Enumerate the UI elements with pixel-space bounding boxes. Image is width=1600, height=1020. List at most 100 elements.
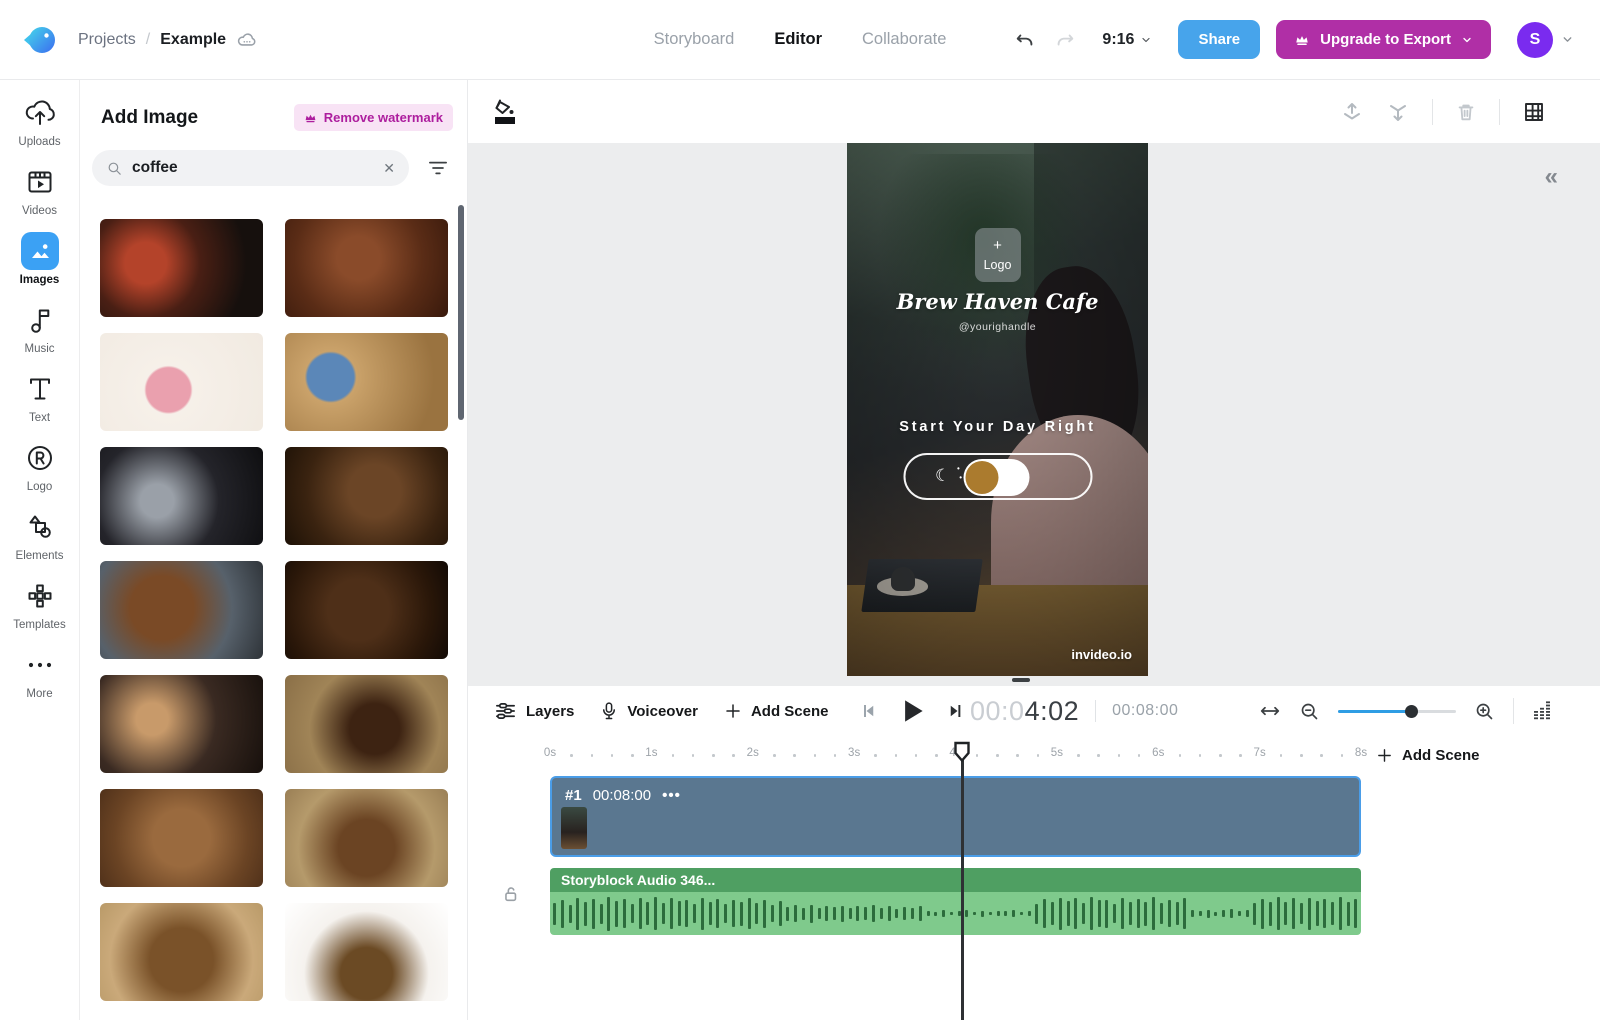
image-thumb-burlap-sack-scoop[interactable] xyxy=(285,789,448,887)
sidebar-item-music[interactable]: Music xyxy=(4,303,76,355)
video-preview[interactable]: + Logo Brew Haven Cafe @yourighandle Sta… xyxy=(847,143,1148,676)
logo-placeholder[interactable]: + Logo xyxy=(975,228,1021,282)
timeline-ruler[interactable]: 0s1s2s3s4s5s6s7s8s xyxy=(550,742,1410,768)
day-night-toggle[interactable]: ☾ • • xyxy=(903,453,1092,500)
image-thumb-roasted-beans-closeup[interactable] xyxy=(285,219,448,317)
playhead-handle[interactable] xyxy=(953,741,971,763)
brand-text[interactable]: Brew Haven Cafe xyxy=(847,289,1148,314)
waveform-bar xyxy=(771,905,774,923)
image-thumb-portafilter-grounds[interactable] xyxy=(100,561,263,659)
image-thumb-pink-mug-steam[interactable] xyxy=(100,333,263,431)
background-color-icon[interactable] xyxy=(492,97,518,127)
playhead-line[interactable] xyxy=(961,760,964,1020)
ruler-label: 5s xyxy=(1051,747,1063,759)
search-input-wrap[interactable]: ✕ xyxy=(92,150,409,186)
sidebar-item-videos[interactable]: Videos xyxy=(4,165,76,217)
image-thumb-moka-pot-dark[interactable] xyxy=(100,447,263,545)
ruler-tick xyxy=(773,754,776,757)
waveform-bar xyxy=(1090,897,1093,931)
sidebar-item-label: Logo xyxy=(27,481,53,493)
tab-editor[interactable]: Editor xyxy=(774,30,822,49)
waveform-bar xyxy=(584,902,587,926)
image-thumb-beans-closeup-light[interactable] xyxy=(100,789,263,887)
collapse-panel-icon[interactable]: « xyxy=(1545,163,1556,191)
bring-forward-icon[interactable] xyxy=(1340,100,1364,124)
scene-clip[interactable]: #1 00:08:00 ••• xyxy=(550,776,1361,857)
sidebar-item-more[interactable]: More xyxy=(4,648,76,700)
image-thumb-dark-beans-closeup[interactable] xyxy=(285,447,448,545)
add-scene-end-button[interactable]: Add Scene xyxy=(1376,742,1480,768)
waveform-bar xyxy=(1035,904,1038,924)
unlock-icon[interactable] xyxy=(502,884,521,904)
image-thumb-red-cup-beans-spill[interactable] xyxy=(100,219,263,317)
sidebar-item-uploads[interactable]: Uploads xyxy=(4,96,76,148)
waveform-bar xyxy=(794,905,797,922)
image-thumb-espresso-beans-dark[interactable] xyxy=(285,561,448,659)
add-scene-button[interactable]: Add Scene xyxy=(724,702,829,720)
elements-icon xyxy=(25,510,55,544)
breadcrumb-project-name[interactable]: Example xyxy=(160,31,226,49)
avatar[interactable]: S xyxy=(1517,22,1553,58)
track-height-icon[interactable] xyxy=(1532,701,1552,721)
sidebar-item-templates[interactable]: Templates xyxy=(4,579,76,631)
audio-track-label: Storyblock Audio 346... xyxy=(561,872,715,888)
send-backward-icon[interactable] xyxy=(1386,100,1410,124)
search-input[interactable] xyxy=(132,159,374,177)
waveform-bar xyxy=(950,912,953,915)
redo-icon[interactable] xyxy=(1054,29,1076,51)
moon-icon: ☾ xyxy=(935,466,950,486)
app-logo-icon[interactable] xyxy=(20,21,58,59)
delete-icon[interactable] xyxy=(1455,100,1477,124)
account-menu[interactable]: S xyxy=(1517,22,1574,58)
layers-button[interactable]: Layers xyxy=(494,701,574,721)
sidebar-item-label: Music xyxy=(24,343,54,355)
slider-knob[interactable] xyxy=(1405,705,1418,718)
clear-search-icon[interactable]: ✕ xyxy=(383,160,395,177)
ruler-tick xyxy=(1300,754,1303,757)
sidebar-item-images[interactable]: Images xyxy=(4,234,76,286)
sidebar-item-logo[interactable]: Logo xyxy=(4,441,76,493)
fit-timeline-icon[interactable] xyxy=(1259,703,1281,719)
waveform-bar xyxy=(576,898,579,930)
skip-to-end-icon[interactable] xyxy=(947,702,965,720)
undo-icon[interactable] xyxy=(1014,29,1036,51)
tab-collaborate[interactable]: Collaborate xyxy=(862,30,946,49)
zoom-out-icon[interactable] xyxy=(1299,701,1320,722)
image-thumb-cezve-pot-beans[interactable] xyxy=(285,903,448,1001)
canvas[interactable]: + Logo Brew Haven Cafe @yourighandle Sta… xyxy=(468,143,1600,686)
remove-watermark-button[interactable]: Remove watermark xyxy=(294,104,453,131)
timeline-controls: Layers Voiceover xyxy=(468,686,1600,736)
play-button[interactable] xyxy=(897,696,927,726)
image-thumb-beans-scoop-burlap[interactable] xyxy=(285,675,448,773)
breadcrumb-projects[interactable]: Projects xyxy=(78,31,136,49)
upload-cloud-icon xyxy=(24,96,56,130)
share-button[interactable]: Share xyxy=(1178,20,1260,59)
ruler-tick xyxy=(732,754,735,757)
zoom-in-icon[interactable] xyxy=(1474,701,1495,722)
skip-to-start-icon[interactable] xyxy=(859,702,877,720)
ruler-tick xyxy=(1118,754,1121,757)
sidebar-item-text[interactable]: Text xyxy=(4,372,76,424)
waveform-bar xyxy=(569,905,572,923)
waveform-bar xyxy=(864,907,867,919)
handle-text[interactable]: @yourighandle xyxy=(847,321,1148,333)
image-thumb-sack-of-beans[interactable] xyxy=(100,903,263,1001)
tab-storyboard[interactable]: Storyboard xyxy=(654,30,735,49)
sidebar-item-elements[interactable]: Elements xyxy=(4,510,76,562)
timeline-zoom-slider[interactable] xyxy=(1338,704,1456,718)
aspect-ratio-select[interactable]: 9:16 xyxy=(1102,31,1152,49)
panel-scrollbar[interactable] xyxy=(458,205,464,420)
clip-menu-icon[interactable]: ••• xyxy=(662,787,681,804)
image-thumb-latte-cup-notebook[interactable] xyxy=(285,333,448,431)
audio-waveform xyxy=(550,892,1361,935)
grid-view-icon[interactable] xyxy=(1522,100,1546,124)
microphone-icon xyxy=(600,700,618,722)
canvas-resize-handle[interactable] xyxy=(1012,678,1030,682)
upgrade-to-export-button[interactable]: Upgrade to Export xyxy=(1276,20,1491,59)
ruler-tick xyxy=(1077,754,1080,757)
image-thumb-cappuccino-cookies[interactable] xyxy=(100,675,263,773)
filter-icon[interactable] xyxy=(423,155,453,181)
headline-text[interactable]: Start Your Day Right xyxy=(847,419,1148,435)
audio-track[interactable]: Storyblock Audio 346... xyxy=(550,868,1361,935)
voiceover-button[interactable]: Voiceover xyxy=(600,700,698,722)
